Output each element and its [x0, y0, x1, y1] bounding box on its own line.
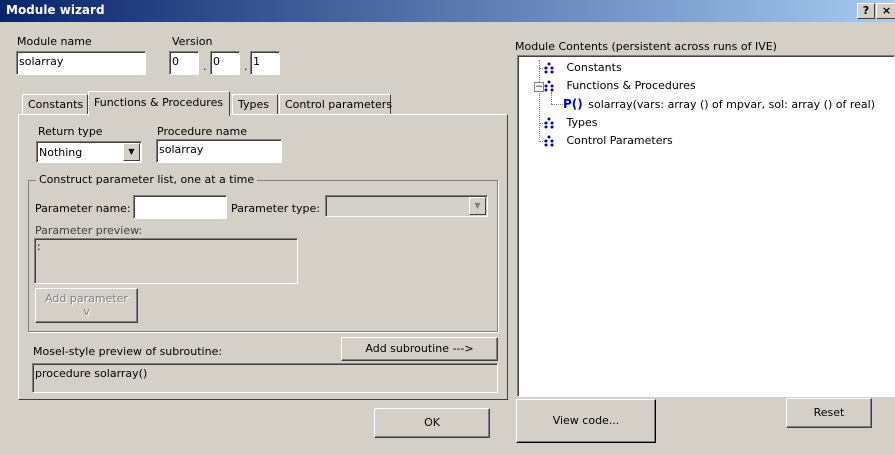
ok-button[interactable]: OK — [374, 408, 490, 438]
tree-item-types[interactable]: Types — [544, 116, 598, 129]
parameter-preview-label: Parameter preview: — [35, 224, 143, 237]
tab-label: Constants — [28, 98, 84, 111]
subroutine-preview-label: Mosel-style preview of subroutine: — [33, 345, 223, 358]
ok-label: OK — [424, 416, 440, 429]
tree-item-functions-procedures[interactable]: Functions & Procedures — [544, 79, 696, 92]
add-parameter-label: Add parameter — [45, 292, 128, 305]
parameter-preview-box: : — [34, 238, 298, 284]
functions-group-icon — [544, 80, 554, 92]
tab-functions-procedures[interactable]: Functions & Procedures — [88, 91, 230, 116]
version-patch-input[interactable]: 1 — [250, 51, 280, 75]
chevron-down-icon[interactable]: ▼ — [469, 197, 486, 215]
add-subroutine-button[interactable]: Add subroutine ---> — [341, 337, 498, 361]
reset-button[interactable]: Reset — [786, 398, 872, 428]
version-separator: . — [244, 60, 248, 73]
tab-label: Control parameters — [285, 98, 393, 111]
help-button[interactable]: ? — [857, 3, 875, 19]
tree-item-label: Functions & Procedures — [566, 79, 696, 92]
version-separator: . — [203, 60, 207, 73]
module-name-label: Module name — [17, 35, 92, 48]
return-type-label: Return type — [38, 125, 103, 138]
close-icon: × — [881, 4, 892, 17]
close-button[interactable]: × — [876, 3, 895, 19]
module-name-input[interactable]: solarray — [16, 51, 146, 75]
tree-item-label: Control Parameters — [566, 134, 673, 147]
version-minor-input[interactable]: 0 — [210, 51, 240, 75]
subroutine-preview-value: procedure solarray() — [35, 367, 148, 380]
tree-item-control-parameters[interactable]: Control Parameters — [544, 134, 673, 147]
tab-label: Functions & Procedures — [94, 96, 224, 109]
tree-connector — [551, 92, 552, 104]
collapse-toggle-icon[interactable]: − — [534, 82, 544, 92]
tree-item-label: solarray(vars: array () of mpvar, sol: a… — [588, 98, 875, 111]
version-major-value: 0 — [172, 55, 179, 68]
reset-label: Reset — [813, 406, 845, 419]
tab-types[interactable]: Types — [232, 94, 278, 114]
parameter-type-label: Parameter type: — [231, 202, 321, 215]
tree-connector — [551, 104, 563, 105]
version-patch-value: 1 — [253, 55, 260, 68]
add-subroutine-label: Add subroutine ---> — [365, 342, 474, 355]
tree-item-constants[interactable]: Constants — [544, 61, 622, 74]
add-parameter-button[interactable]: Add parameter v — [35, 288, 138, 323]
view-code-label: View code... — [552, 414, 620, 427]
subroutine-preview-box: procedure solarray() — [32, 363, 498, 393]
add-parameter-arrow: v — [83, 305, 90, 318]
parameter-type-value — [326, 196, 487, 202]
parameter-preview-value: : — [37, 240, 41, 253]
tab-constants[interactable]: Constants — [22, 94, 88, 114]
module-name-value: solarray — [19, 55, 64, 68]
parameter-name-value — [134, 196, 226, 202]
constants-group-icon — [544, 62, 554, 74]
version-major-input[interactable]: 0 — [169, 51, 199, 75]
module-contents-label: Module Contents (persistent across runs … — [515, 40, 777, 53]
procedure-name-input[interactable]: solarray — [156, 139, 282, 163]
return-type-select[interactable]: Nothing ▼ — [36, 141, 142, 163]
view-code-button[interactable]: View code... — [516, 399, 656, 443]
help-icon: ? — [862, 4, 870, 17]
procedure-name-label: Procedure name — [157, 125, 247, 138]
parameter-name-input[interactable] — [133, 195, 227, 219]
tab-label: Types — [238, 98, 269, 111]
tree-connector — [539, 60, 540, 142]
chevron-down-icon[interactable]: ▼ — [123, 143, 140, 161]
module-contents-tree[interactable]: Constants − Functions & Procedures P() s… — [517, 55, 895, 397]
parameter-type-select[interactable]: ▼ — [325, 195, 488, 217]
version-label: Version — [172, 35, 213, 48]
version-minor-value: 0 — [213, 55, 220, 68]
procedure-icon: P() — [563, 97, 583, 111]
types-group-icon — [544, 117, 554, 129]
tree-item-label: Constants — [566, 61, 622, 74]
parameter-group-caption: Construct parameter list, one at a time — [36, 173, 258, 186]
window-title: Module wizard — [6, 3, 105, 17]
title-bar: Module wizard ? × — [0, 0, 895, 22]
procedure-name-value: solarray — [159, 143, 204, 156]
control-parameters-group-icon — [544, 135, 554, 147]
collapse-toggle-glyph: − — [535, 82, 543, 92]
tab-control-parameters[interactable]: Control parameters — [279, 94, 393, 114]
tree-item-solarray[interactable]: P() solarray(vars: array () of mpvar, so… — [563, 97, 875, 111]
tree-item-label: Types — [566, 116, 598, 129]
parameter-name-label: Parameter name: — [35, 202, 131, 215]
